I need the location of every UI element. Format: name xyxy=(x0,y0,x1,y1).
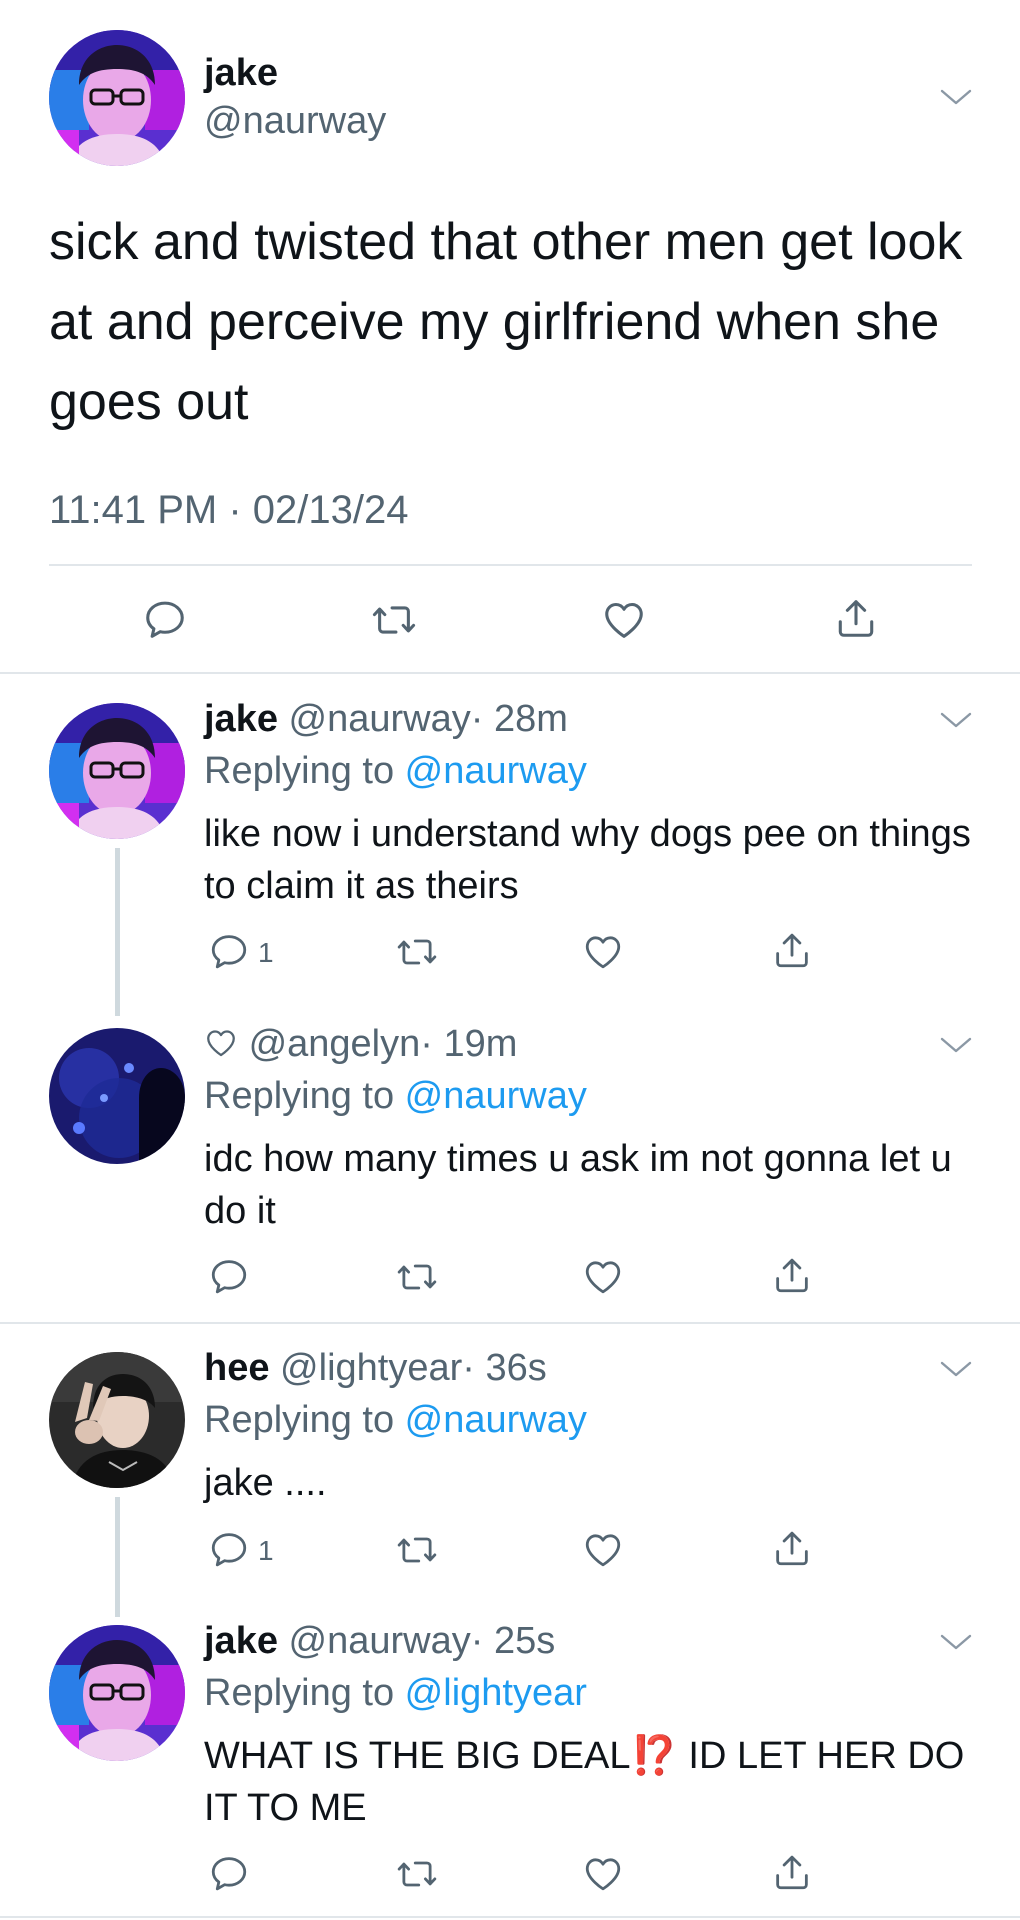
chevron-down-icon[interactable] xyxy=(938,1630,974,1654)
thread-line xyxy=(115,1497,120,1617)
replying-to: Replying to @naurway xyxy=(204,750,587,793)
reply-time: · 36s xyxy=(462,1347,547,1389)
avatar[interactable] xyxy=(49,1625,185,1761)
reply-icon[interactable] xyxy=(208,931,250,973)
mention-link[interactable]: @naurway xyxy=(405,750,587,792)
avatar[interactable] xyxy=(49,1028,185,1164)
reply-text: idc how many times u ask im not gonna le… xyxy=(204,1138,952,1232)
reply-header: jake @naurway· 28m xyxy=(204,698,568,741)
author-handle[interactable]: @angelyn xyxy=(249,1023,421,1065)
chevron-down-icon[interactable] xyxy=(938,708,974,732)
replying-to-label: Replying to xyxy=(204,1075,405,1117)
avatar-image xyxy=(49,1625,185,1761)
reply-icon[interactable] xyxy=(142,597,188,643)
retweet-icon[interactable] xyxy=(396,931,438,973)
avatar-image xyxy=(49,1352,185,1488)
tweet-timestamp[interactable]: 11:41 PM · 02/13/24 xyxy=(49,488,409,533)
avatar-image xyxy=(49,30,185,166)
author-name[interactable]: hee xyxy=(204,1347,269,1389)
replying-to-label: Replying to xyxy=(204,1672,405,1714)
replying-to: Replying to @lightyear xyxy=(204,1672,587,1715)
reply-time: · 19m xyxy=(420,1023,518,1065)
share-icon[interactable] xyxy=(833,595,879,641)
reply-text: WHAT IS THE BIG DEAL⁉️ ID LET HER DO IT … xyxy=(204,1730,994,1834)
interrobang-emoji: ⁉️ xyxy=(630,1735,678,1777)
avatar-image xyxy=(49,703,185,839)
reply-text-part: WHAT IS THE BIG DEAL xyxy=(204,1735,631,1777)
chevron-down-icon[interactable] xyxy=(938,85,974,109)
replying-to: Replying to @naurway xyxy=(204,1399,587,1442)
retweet-icon[interactable] xyxy=(396,1853,438,1895)
share-icon[interactable] xyxy=(771,929,813,971)
author-name[interactable]: jake xyxy=(204,698,278,740)
reply-count: 1 xyxy=(258,1535,274,1566)
reply-header: hee @lightyear· 36s xyxy=(204,1347,547,1390)
avatar[interactable] xyxy=(49,703,185,839)
reply-icon[interactable] xyxy=(208,1256,250,1298)
reply-time: · 28m xyxy=(470,698,568,740)
reply-text: like now i understand why dogs pee on th… xyxy=(204,813,971,907)
author-handle[interactable]: @naurway xyxy=(204,100,386,143)
like-icon[interactable] xyxy=(582,1256,624,1298)
author-handle[interactable]: @lightyear xyxy=(280,1347,462,1389)
share-icon[interactable] xyxy=(771,1254,813,1296)
reply-header: jake @naurway· 25s xyxy=(204,1620,555,1663)
retweet-icon[interactable] xyxy=(396,1256,438,1298)
reply-text: jake .... xyxy=(204,1462,327,1504)
author-name[interactable]: jake xyxy=(204,52,278,95)
replying-to-label: Replying to xyxy=(204,1399,405,1441)
mention-link[interactable]: @lightyear xyxy=(405,1672,587,1714)
tweet-text: sick and twisted that other men get look… xyxy=(49,213,963,431)
section-divider xyxy=(0,1322,1020,1324)
author-name[interactable]: jake xyxy=(204,1620,278,1662)
mention-link[interactable]: @naurway xyxy=(405,1075,587,1117)
divider xyxy=(49,564,972,566)
replying-to: Replying to @naurway xyxy=(204,1075,587,1118)
like-icon[interactable] xyxy=(582,1529,624,1571)
chevron-down-icon[interactable] xyxy=(938,1357,974,1381)
heart-icon xyxy=(204,1026,238,1070)
author-handle[interactable]: @naurway xyxy=(289,1620,471,1662)
reply-icon[interactable] xyxy=(208,1853,250,1895)
avatar-image xyxy=(49,1028,185,1164)
section-divider xyxy=(0,672,1020,674)
reply-count: 1 xyxy=(258,937,274,968)
reply-icon[interactable] xyxy=(208,1529,250,1571)
mention-link[interactable]: @naurway xyxy=(405,1399,587,1441)
section-divider xyxy=(0,1916,1020,1918)
like-icon[interactable] xyxy=(601,597,647,643)
avatar[interactable] xyxy=(49,1352,185,1488)
reply-time: · 25s xyxy=(470,1620,556,1662)
retweet-icon[interactable] xyxy=(396,1529,438,1571)
avatar[interactable] xyxy=(49,30,185,166)
chevron-down-icon[interactable] xyxy=(938,1033,974,1057)
author-handle[interactable]: @naurway xyxy=(289,698,471,740)
like-icon[interactable] xyxy=(582,931,624,973)
share-icon[interactable] xyxy=(771,1527,813,1569)
reply-header: @angelyn· 19m xyxy=(204,1023,517,1070)
share-icon[interactable] xyxy=(771,1851,813,1893)
replying-to-label: Replying to xyxy=(204,750,405,792)
like-icon[interactable] xyxy=(582,1853,624,1895)
thread-line xyxy=(115,848,120,1016)
retweet-icon[interactable] xyxy=(371,597,417,643)
